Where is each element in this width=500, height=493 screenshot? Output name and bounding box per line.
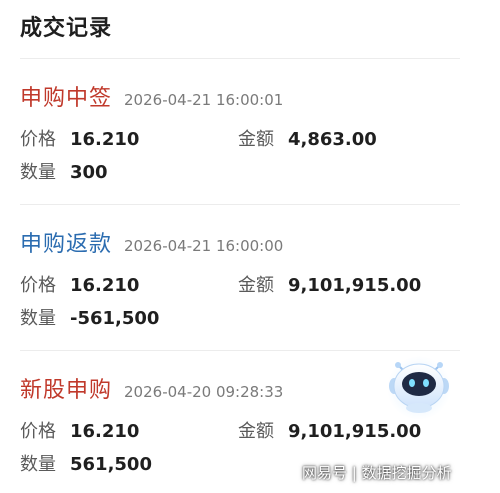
quantity-label: 数量	[20, 308, 56, 329]
quantity-value: 561,500	[70, 454, 152, 475]
amount-row: 金额 4,863.00	[238, 125, 377, 151]
watermark-text: 网易号 | 数据挖掘分析	[302, 464, 452, 482]
amount-label: 金额	[238, 129, 274, 150]
record-type: 新股申购	[20, 378, 113, 403]
record-header: 申购中签 2026-04-21 16:00:01	[20, 80, 460, 112]
amount-value: 9,101,915.00	[288, 275, 422, 296]
quantity-label: 数量	[20, 162, 56, 183]
price-value: 16.210	[70, 275, 140, 296]
amount-label: 金额	[238, 275, 274, 296]
divider	[20, 350, 460, 351]
record-time: 2026-04-21 16:00:01	[124, 91, 284, 109]
record-header: 申购返款 2026-04-21 16:00:00	[20, 226, 460, 258]
quantity-row: 数量 -561,500	[20, 304, 159, 330]
trade-record[interactable]: 申购返款 2026-04-21 16:00:00 价格 16.210 金额 9,…	[20, 226, 460, 329]
divider	[20, 58, 460, 59]
price-label: 价格	[20, 421, 56, 442]
page-title: 成交记录	[20, 16, 113, 41]
quantity-row: 数量 561,500	[20, 450, 152, 476]
quantity-value: 300	[70, 162, 108, 183]
robot-assistant-icon[interactable]	[385, 352, 453, 420]
robot-assistant-graphic	[387, 356, 451, 420]
amount-value: 4,863.00	[288, 129, 377, 150]
price-value: 16.210	[70, 129, 140, 150]
amount-row: 金额 9,101,915.00	[238, 417, 421, 443]
price-label: 价格	[20, 275, 56, 296]
amount-value: 9,101,915.00	[288, 421, 422, 442]
quantity-row: 数量 300	[20, 158, 108, 184]
price-row: 价格 16.210	[20, 271, 139, 297]
record-time: 2026-04-20 09:28:33	[124, 383, 284, 401]
trade-record[interactable]: 申购中签 2026-04-21 16:00:01 价格 16.210 金额 4,…	[20, 80, 460, 183]
amount-label: 金额	[238, 421, 274, 442]
price-row: 价格 16.210	[20, 417, 139, 443]
quantity-value: -561,500	[70, 308, 160, 329]
price-value: 16.210	[70, 421, 140, 442]
record-type: 申购返款	[20, 232, 113, 257]
quantity-label: 数量	[20, 454, 56, 475]
price-row: 价格 16.210	[20, 125, 139, 151]
record-type: 申购中签	[20, 86, 113, 111]
amount-row: 金额 9,101,915.00	[238, 271, 421, 297]
record-time: 2026-04-21 16:00:00	[124, 237, 284, 255]
price-label: 价格	[20, 129, 56, 150]
divider	[20, 204, 460, 205]
